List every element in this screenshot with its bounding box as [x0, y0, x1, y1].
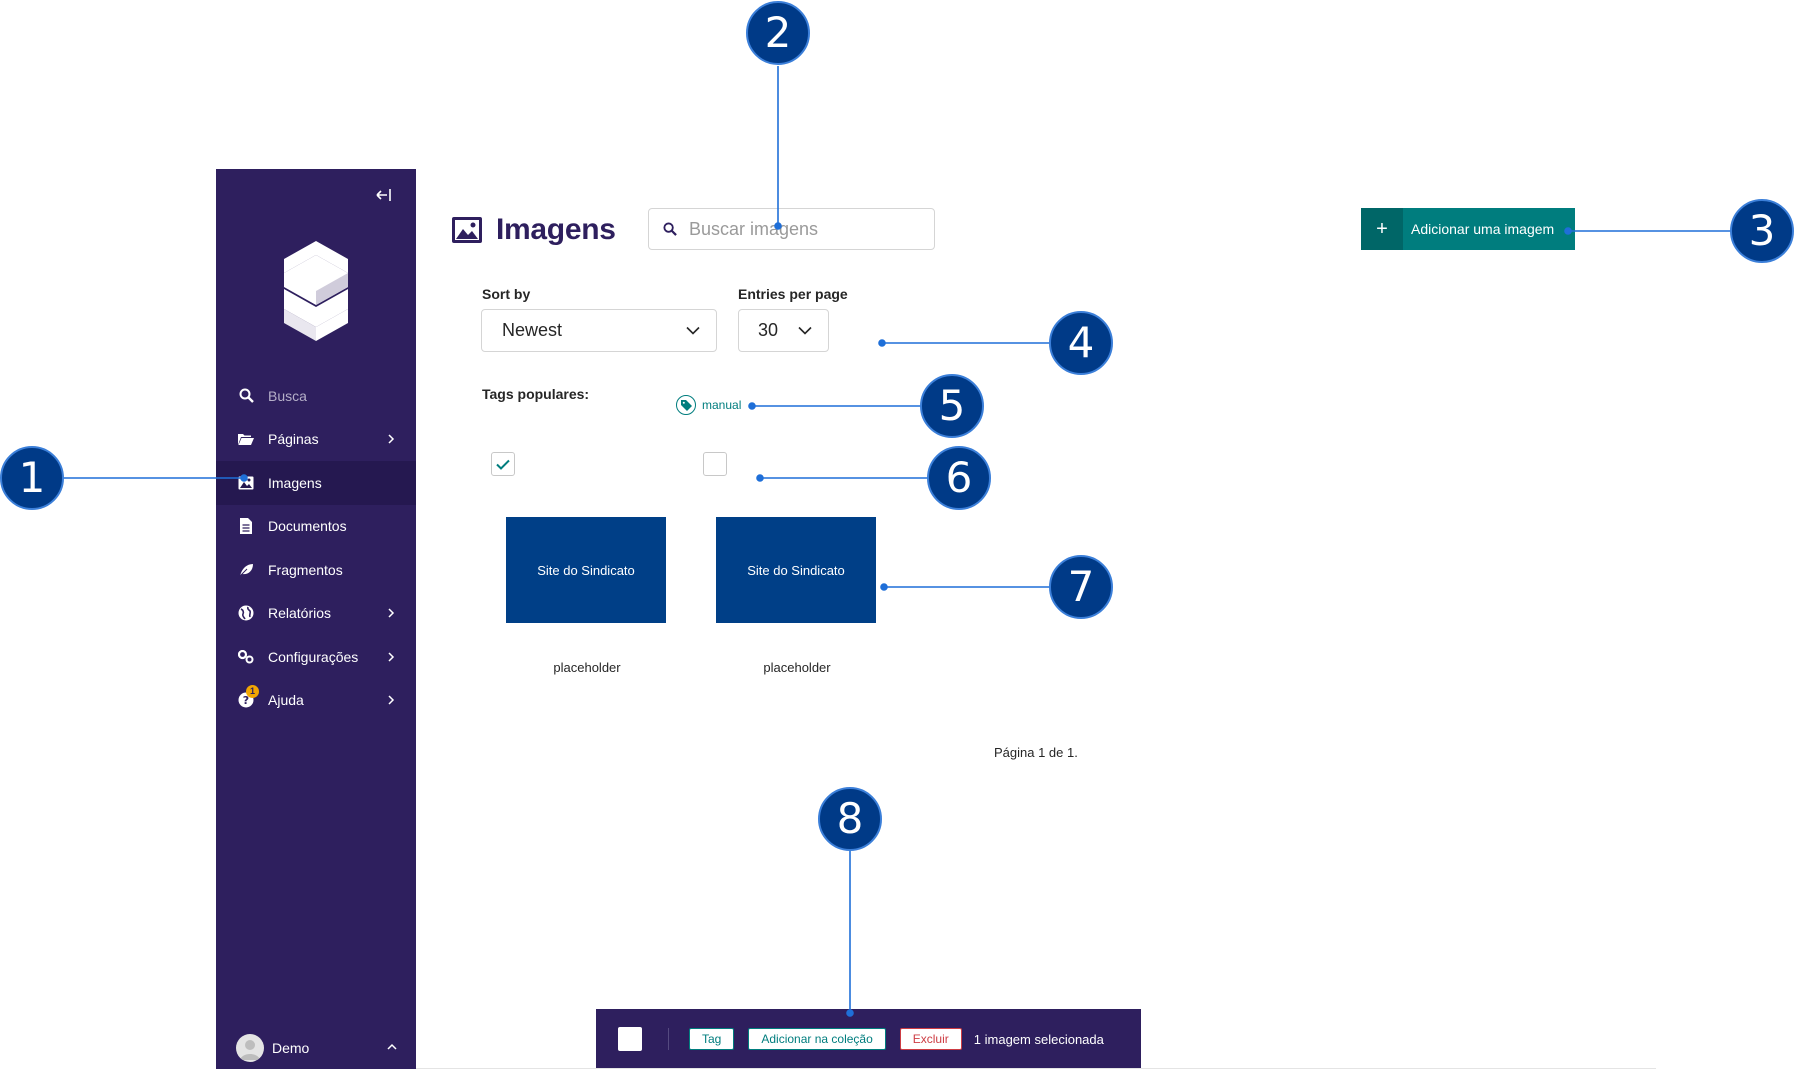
- image-title[interactable]: placeholder: [717, 660, 877, 675]
- tag-label: manual: [702, 398, 742, 412]
- chevron-right-icon: [388, 434, 395, 444]
- chevron-down-icon: [798, 326, 812, 335]
- chevron-right-icon: [388, 695, 395, 705]
- entries-per-page-select[interactable]: 30: [738, 309, 829, 352]
- sort-by-select[interactable]: Newest: [481, 309, 717, 352]
- account-name: Demo: [272, 1040, 310, 1056]
- sidebar-item-label: Fragmentos: [268, 561, 343, 578]
- chevron-right-icon: [388, 608, 395, 618]
- checkmark-icon: [496, 459, 510, 470]
- folder-open-icon: [238, 431, 254, 447]
- callout-marker: 7: [1049, 555, 1113, 619]
- avatar: [236, 1034, 264, 1062]
- add-to-collection-button[interactable]: Adicionar na coleção: [748, 1028, 886, 1050]
- sidebar: Busca Páginas Imagens Documentos Fragmen…: [216, 169, 416, 1069]
- callout-marker: 1: [0, 446, 64, 510]
- callout-marker: 2: [746, 1, 810, 65]
- logo-icon: [284, 241, 348, 341]
- entries-per-page-value: 30: [758, 320, 779, 340]
- sidebar-item-ajuda[interactable]: ? 1 Ajuda: [216, 679, 416, 723]
- callout-marker: 4: [1049, 311, 1113, 375]
- thumbnail-text: Site do Sindicato: [537, 562, 635, 578]
- sidebar-item-label: Ajuda: [268, 692, 304, 709]
- callout-marker: 6: [927, 446, 991, 510]
- bulk-tag-button[interactable]: Tag: [689, 1028, 735, 1050]
- sidebar-item-configuracoes[interactable]: Configurações: [216, 635, 416, 679]
- select-all-checkbox[interactable]: [618, 1027, 642, 1051]
- sidebar-search-label: Busca: [268, 387, 307, 404]
- sidebar-item-label: Documentos: [268, 518, 347, 535]
- chevron-right-icon: [388, 652, 395, 662]
- sidebar-item-label: Páginas: [268, 431, 319, 448]
- popular-tags-label: Tags populares:: [482, 386, 590, 402]
- collapse-left-icon: [376, 189, 391, 201]
- search-input[interactable]: [689, 218, 909, 240]
- thumbnail-text: Site do Sindicato: [747, 562, 845, 578]
- image-select-checkbox[interactable]: [491, 452, 515, 476]
- tag-manual[interactable]: manual: [676, 395, 741, 415]
- image-select-checkbox[interactable]: [703, 452, 727, 476]
- collapse-sidebar-button[interactable]: [372, 185, 394, 205]
- search-icon: [238, 388, 254, 404]
- sort-by-value: Newest: [502, 320, 563, 340]
- notification-badge: 1: [246, 684, 259, 698]
- bulk-actions-bar: Tag Adicionar na coleção Excluir 1 image…: [596, 1009, 1141, 1069]
- sidebar-item-label: Configurações: [268, 648, 359, 665]
- sidebar-item-label: Relatórios: [268, 605, 332, 622]
- callout-marker: 3: [1730, 199, 1794, 263]
- sidebar-search[interactable]: Busca: [216, 374, 416, 418]
- callout-marker: 5: [920, 374, 984, 438]
- sort-by-label: Sort by: [482, 286, 531, 302]
- cogs-icon: [238, 649, 254, 665]
- image-icon: [452, 217, 482, 243]
- sidebar-item-fragmentos[interactable]: Fragmentos: [216, 548, 416, 592]
- add-image-button[interactable]: + Adicionar uma imagem: [1361, 208, 1575, 250]
- main-menu: Busca Páginas Imagens Documentos Fragmen…: [216, 374, 416, 722]
- page-title: Imagens: [496, 213, 616, 246]
- image-thumbnail[interactable]: Site do Sindicato: [716, 517, 876, 623]
- callout-marker: 8: [818, 787, 882, 851]
- plus-icon: +: [1361, 208, 1403, 250]
- search-icon: [663, 222, 677, 236]
- divider: [668, 1028, 669, 1050]
- pagination-text: Página 1 de 1.: [994, 745, 1078, 760]
- entries-per-page-label: Entries per page: [738, 286, 848, 302]
- delete-button[interactable]: Excluir: [899, 1028, 962, 1050]
- chevron-down-icon: [686, 326, 700, 335]
- sidebar-item-label: Imagens: [268, 474, 322, 491]
- globe-icon: [238, 605, 254, 621]
- sidebar-item-documentos[interactable]: Documentos: [216, 505, 416, 549]
- sidebar-item-paginas[interactable]: Páginas: [216, 418, 416, 462]
- image-thumbnail[interactable]: Site do Sindicato: [506, 517, 666, 623]
- leaf-icon: [238, 562, 254, 578]
- selection-status: 1 imagem selecionada: [973, 1031, 1104, 1047]
- add-image-label: Adicionar uma imagem: [1411, 221, 1555, 237]
- document-icon: [238, 518, 254, 535]
- sidebar-item-imagens[interactable]: Imagens: [216, 461, 416, 505]
- sidebar-item-relatorios[interactable]: Relatórios: [216, 592, 416, 636]
- tag-icon: [676, 395, 696, 415]
- image-icon: [238, 475, 254, 491]
- account-menu[interactable]: Demo: [236, 1033, 406, 1063]
- search-field[interactable]: [648, 208, 935, 250]
- image-title[interactable]: placeholder: [507, 660, 667, 675]
- page-header: Imagens: [452, 213, 616, 247]
- chevron-up-icon: [387, 1043, 397, 1050]
- logo[interactable]: [274, 239, 358, 343]
